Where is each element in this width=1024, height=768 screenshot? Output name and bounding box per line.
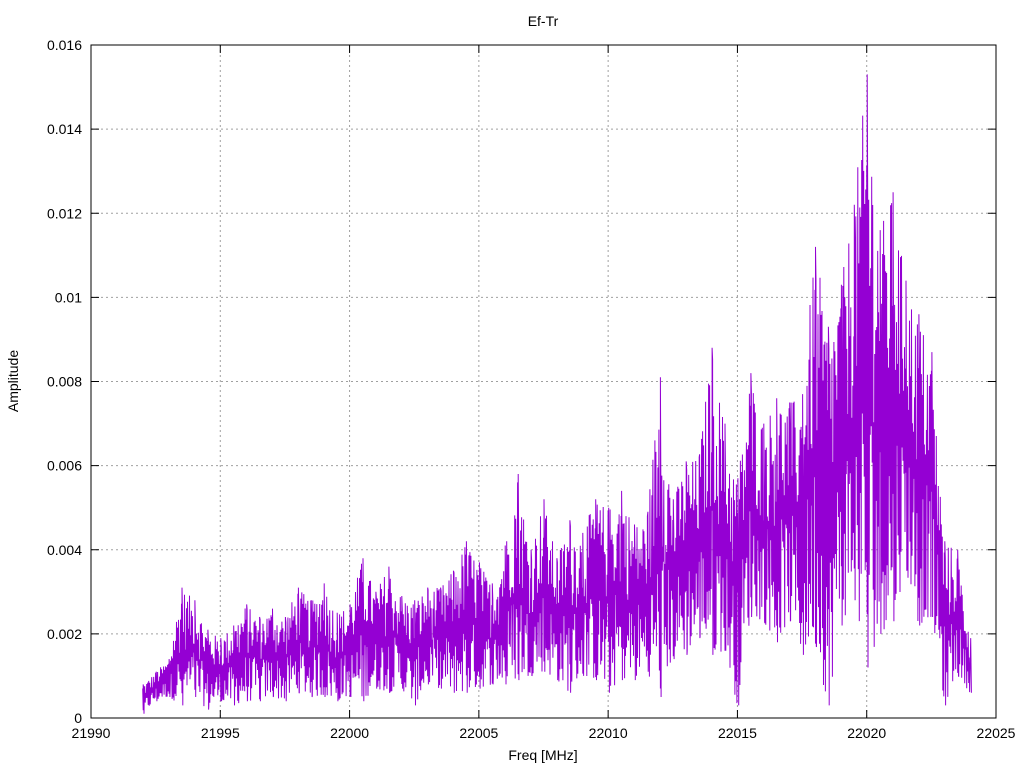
x-tick-label: 22000 — [330, 725, 369, 741]
x-tick-label: 21995 — [201, 725, 240, 741]
x-axis-label: Freq [MHz] — [508, 747, 577, 763]
y-tick-label: 0 — [74, 710, 82, 726]
y-tick-label: 0.006 — [47, 458, 82, 474]
y-tick-label: 0.002 — [47, 626, 82, 642]
y-tick-label: 0.008 — [47, 374, 82, 390]
y-tick-label: 0.014 — [47, 121, 82, 137]
y-axis-label: Amplitude — [5, 350, 21, 412]
chart: 21990 21995 22000 22005 22010 22015 22020 22025… — [0, 0, 1024, 768]
y-tick-label: 0.016 — [47, 37, 82, 53]
x-tick-label: 22005 — [459, 725, 498, 741]
x-tick-label: 21990 — [72, 725, 111, 741]
y-tick-label: 0.012 — [47, 205, 82, 221]
x-tick-label: 22020 — [847, 725, 886, 741]
y-tick-label: 0.004 — [47, 542, 82, 558]
x-tick-label: 22015 — [718, 725, 757, 741]
chart-title: Ef-Tr — [528, 13, 559, 29]
x-tick-label: 22010 — [589, 725, 628, 741]
x-tick-label: 22025 — [977, 725, 1016, 741]
y-tick-label: 0.01 — [55, 289, 82, 305]
